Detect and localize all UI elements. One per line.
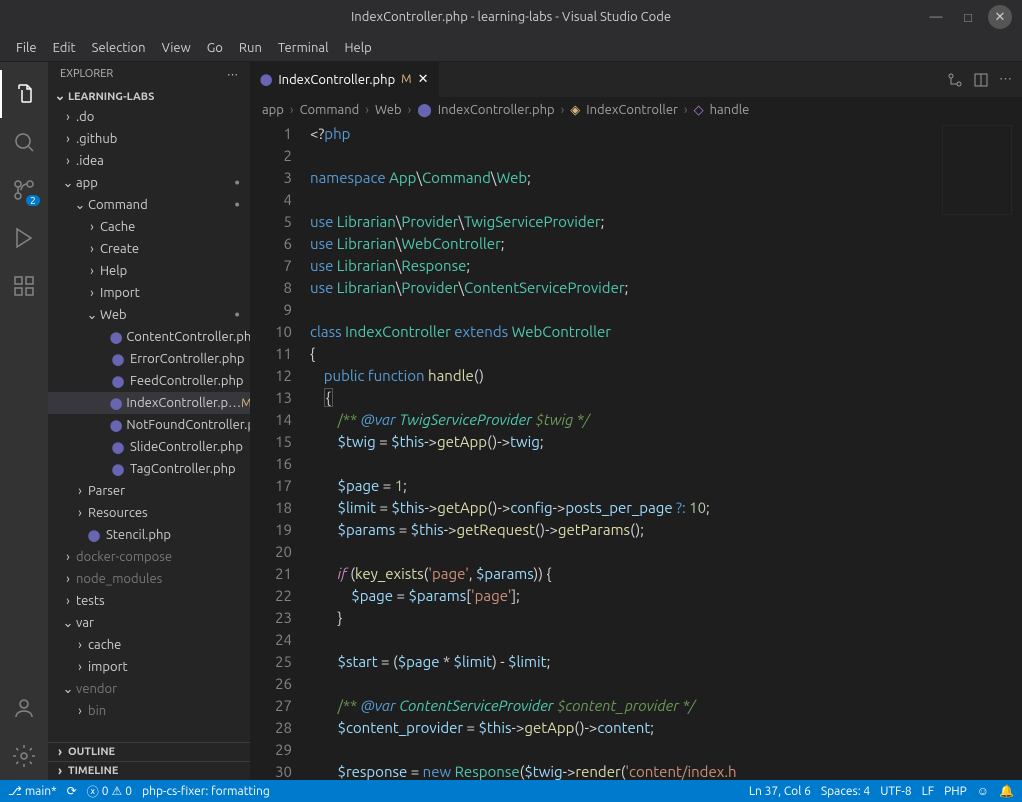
branch-indicator[interactable]: ⎇ main* <box>8 784 57 798</box>
editor-area: ⬤ IndexController.php M ✕ ⋯ app› Command… <box>250 62 1022 780</box>
php-icon: ⬤ <box>110 397 122 410</box>
spaces-indicator[interactable]: Spaces: 4 <box>821 785 870 798</box>
menu-run[interactable]: Run <box>231 41 270 55</box>
compare-icon[interactable] <box>947 72 963 88</box>
settings-icon[interactable] <box>0 732 48 780</box>
window-title: IndexController.php - learning-labs - Vi… <box>351 10 671 24</box>
search-icon[interactable] <box>0 118 48 166</box>
tree-item[interactable]: ›.github <box>48 128 250 150</box>
minimize-button[interactable]: — <box>924 5 948 29</box>
tree-item[interactable]: ⌄var <box>48 612 250 634</box>
tree-item[interactable]: ›bin <box>48 700 250 722</box>
sidebar: EXPLORER ⋯ ⌄ LEARNING-LABS ›.do›.github›… <box>48 62 250 780</box>
class-icon: ◈ <box>570 103 580 118</box>
timeline-header[interactable]: ›TIMELINE <box>48 761 250 780</box>
tree-item[interactable]: ›.idea <box>48 150 250 172</box>
tree-item[interactable]: ›Import <box>48 282 250 304</box>
tree-item[interactable]: ⬤IndexController.p…M <box>48 392 250 414</box>
gutter: 1234567891011121314151617181920212223242… <box>250 123 310 780</box>
menu-edit[interactable]: Edit <box>45 41 84 55</box>
split-icon[interactable] <box>973 72 989 88</box>
tree-item[interactable]: ›import <box>48 656 250 678</box>
code-editor[interactable]: 1234567891011121314151617181920212223242… <box>250 123 1022 780</box>
cursor-position[interactable]: Ln 37, Col 6 <box>749 785 811 798</box>
close-tab-icon[interactable]: ✕ <box>418 72 429 87</box>
maximize-button[interactable]: □ <box>956 5 980 29</box>
php-icon: ⬤ <box>86 529 102 542</box>
titlebar: IndexController.php - learning-labs - Vi… <box>0 0 1022 34</box>
errors-indicator[interactable]: ⓧ 0 ⚠ 0 <box>87 783 132 800</box>
php-icon: ⬤ <box>110 375 126 388</box>
window-controls: — □ ✕ <box>924 5 1022 29</box>
menu-file[interactable]: File <box>8 41 45 55</box>
code-content[interactable]: <?php namespace App\Command\Web; use Lib… <box>310 123 1022 780</box>
menu-go[interactable]: Go <box>199 41 231 55</box>
php-icon: ⬤ <box>260 73 272 86</box>
tree-item[interactable]: ⬤TagController.php <box>48 458 250 480</box>
formatter-status[interactable]: php-cs-fixer: formatting <box>142 785 270 798</box>
feedback-icon[interactable]: ☺ <box>977 784 989 798</box>
close-button[interactable]: ✕ <box>988 5 1012 29</box>
minimap[interactable] <box>942 125 1012 215</box>
menu-view[interactable]: View <box>154 41 199 55</box>
menu-terminal[interactable]: Terminal <box>270 41 337 55</box>
more-icon[interactable]: ⋯ <box>227 68 238 81</box>
activitybar: 2 <box>0 62 48 780</box>
tree-item[interactable]: ⬤ContentController.php <box>48 326 250 348</box>
tree-item[interactable]: ⌄vendor <box>48 678 250 700</box>
file-tree: ›.do›.github›.idea⌄app•⌄Command•›Cache›C… <box>48 106 250 742</box>
scm-badge: 2 <box>26 195 40 206</box>
tree-item[interactable]: ⬤NotFoundController.php <box>48 414 250 436</box>
tree-item[interactable]: ›node_modules <box>48 568 250 590</box>
explorer-icon[interactable] <box>0 70 48 118</box>
tree-item[interactable]: ⬤Stencil.php <box>48 524 250 546</box>
php-icon: ⬤ <box>110 331 122 344</box>
tree-item[interactable]: ›cache <box>48 634 250 656</box>
more-actions-icon[interactable]: ⋯ <box>999 72 1012 87</box>
encoding-indicator[interactable]: UTF-8 <box>880 785 911 798</box>
php-icon: ⬤ <box>110 463 126 476</box>
tree-item[interactable]: ⬤ErrorController.php <box>48 348 250 370</box>
tree-item[interactable]: ›Resources <box>48 502 250 524</box>
php-icon: ⬤ <box>417 103 432 118</box>
outline-header[interactable]: ›OUTLINE <box>48 742 250 761</box>
menu-help[interactable]: Help <box>336 41 379 55</box>
tabs: ⬤ IndexController.php M ✕ ⋯ <box>250 62 1022 97</box>
eol-indicator[interactable]: LF <box>922 785 934 798</box>
breadcrumbs[interactable]: app› Command› Web› ⬤IndexController.php›… <box>250 97 1022 123</box>
language-indicator[interactable]: PHP <box>944 785 967 798</box>
tree-item[interactable]: ›Create <box>48 238 250 260</box>
account-icon[interactable] <box>0 684 48 732</box>
tree-item[interactable]: ⌄Web• <box>48 304 250 326</box>
section-header[interactable]: ⌄ LEARNING-LABS <box>48 87 250 106</box>
source-control-icon[interactable]: 2 <box>0 166 48 214</box>
sidebar-title: EXPLORER ⋯ <box>48 62 250 87</box>
menubar: File Edit Selection View Go Run Terminal… <box>0 34 1022 62</box>
tree-item[interactable]: ⌄app• <box>48 172 250 194</box>
tree-item[interactable]: ⬤SlideController.php <box>48 436 250 458</box>
menu-selection[interactable]: Selection <box>84 41 154 55</box>
tree-item[interactable]: ›Parser <box>48 480 250 502</box>
tree-item[interactable]: ›Cache <box>48 216 250 238</box>
notifications-icon[interactable]: 🔔 <box>999 784 1014 798</box>
tab-actions: ⋯ <box>937 62 1022 97</box>
tree-item[interactable]: ›tests <box>48 590 250 612</box>
run-debug-icon[interactable] <box>0 214 48 262</box>
tree-item[interactable]: ›docker-compose <box>48 546 250 568</box>
php-icon: ⬤ <box>110 441 126 454</box>
statusbar: ⎇ main* ⟳ ⓧ 0 ⚠ 0 php-cs-fixer: formatti… <box>0 780 1022 802</box>
tree-item[interactable]: ›Help <box>48 260 250 282</box>
tree-item[interactable]: ⬤FeedController.php <box>48 370 250 392</box>
extensions-icon[interactable] <box>0 262 48 310</box>
php-icon: ⬤ <box>110 353 126 366</box>
tree-item[interactable]: ⌄Command• <box>48 194 250 216</box>
method-icon: ◇ <box>694 103 704 118</box>
tree-item[interactable]: ›.do <box>48 106 250 128</box>
tab-indexcontroller[interactable]: ⬤ IndexController.php M ✕ <box>250 62 439 97</box>
sync-icon[interactable]: ⟳ <box>67 784 77 798</box>
php-icon: ⬤ <box>110 419 122 432</box>
